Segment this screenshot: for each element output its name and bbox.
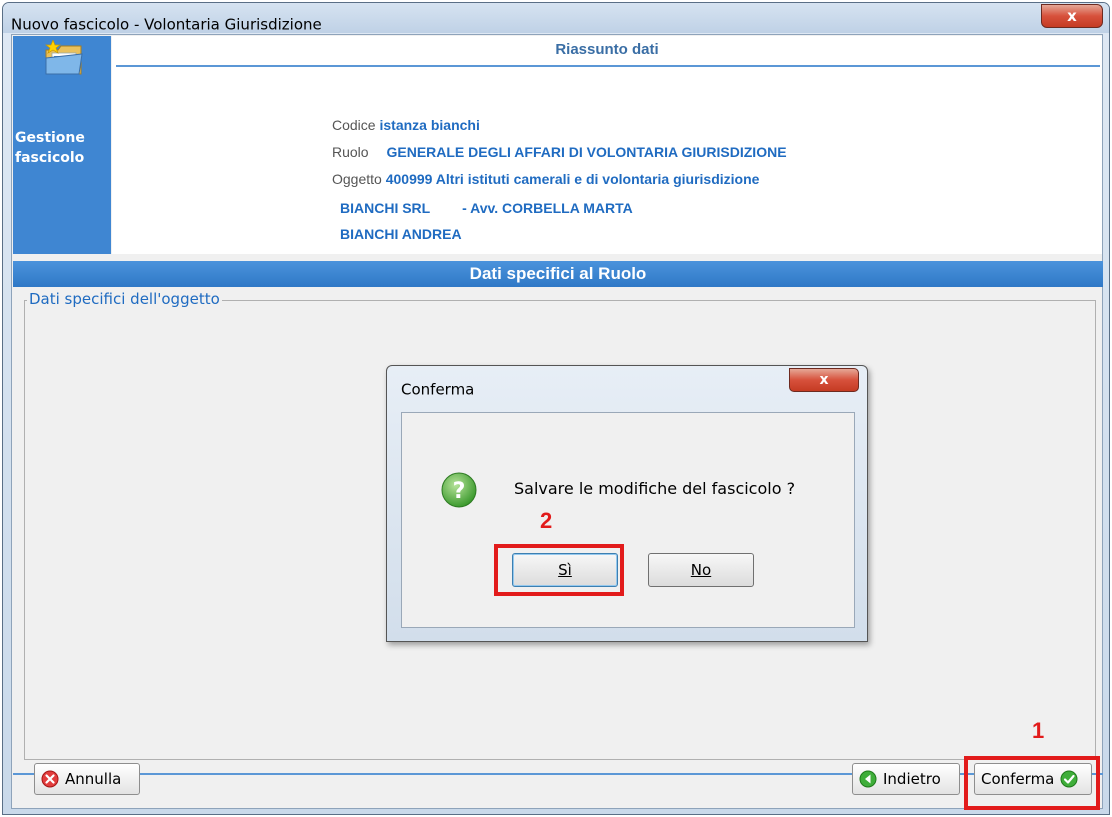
dialog-message: Salvare le modifiche del fascicolo ?	[514, 479, 796, 498]
summary-panel: Riassunto dati Codice istanza bianchi Ru…	[112, 36, 1102, 254]
party-row-1: BIANCHI SRL - Avv. CORBELLA MARTA	[340, 199, 633, 217]
summary-title: Riassunto dati	[555, 41, 659, 58]
summary-divider	[116, 65, 1100, 67]
dialog-close-button[interactable]: x	[789, 368, 859, 392]
dialog-body: ? Salvare le modifiche del fascicolo ? S…	[401, 412, 855, 628]
annulla-label: Annulla	[65, 770, 122, 788]
codice-row: Codice istanza bianchi	[332, 116, 480, 134]
step-2-label: 2	[540, 508, 553, 533]
party-2-name: BIANCHI ANDREA	[340, 226, 462, 242]
indietro-button[interactable]: Indietro	[852, 763, 960, 795]
group-legend: Dati specifici dell'oggetto	[27, 290, 222, 308]
side-label-line1: Gestione	[15, 130, 85, 146]
folder-star-icon	[44, 40, 83, 75]
window-title: Nuovo fascicolo - Volontaria Giurisdizio…	[11, 15, 322, 34]
step-1-label: 1	[1032, 718, 1045, 743]
lawyer-1-name: - Avv. CORBELLA MARTA	[462, 200, 633, 216]
indietro-label: Indietro	[883, 770, 941, 788]
svg-text:?: ?	[453, 479, 466, 504]
side-label-line2: fascicolo	[15, 150, 85, 166]
ruolo-value: GENERALE DEGLI AFFARI DI VOLONTARIA GIUR…	[386, 144, 787, 160]
codice-value: istanza bianchi	[379, 117, 480, 133]
annulla-button[interactable]: Annulla	[34, 763, 140, 795]
oggetto-row: Oggetto 400999 Altri istituti camerali e…	[332, 170, 759, 188]
title-bar[interactable]: Nuovo fascicolo - Volontaria Giurisdizio…	[3, 3, 1109, 33]
codice-label: Codice	[332, 117, 376, 133]
side-panel: Gestione fascicolo	[13, 36, 111, 254]
back-arrow-icon	[859, 770, 877, 788]
ruolo-row: Ruolo GENERALE DEGLI AFFARI DI VOLONTARI…	[332, 143, 787, 161]
cancel-icon	[41, 770, 59, 788]
window-close-button[interactable]: x	[1041, 4, 1103, 28]
no-button[interactable]: No	[648, 553, 754, 587]
party-row-2: BIANCHI ANDREA	[340, 225, 462, 243]
confirm-dialog: Conferma x ? Salvare le modifiche del fa…	[386, 365, 868, 642]
oggetto-label: Oggetto	[332, 171, 382, 187]
ruolo-label: Ruolo	[332, 144, 369, 160]
dialog-title: Conferma	[401, 380, 475, 399]
oggetto-value: 400999 Altri istituti camerali e di volo…	[385, 171, 760, 187]
step-1-highlight	[964, 756, 1100, 810]
question-icon: ?	[441, 472, 477, 508]
section-header: Dati specifici al Ruolo	[13, 261, 1103, 287]
party-1-name: BIANCHI SRL	[340, 200, 431, 216]
side-panel-label: Gestione fascicolo	[15, 128, 111, 168]
step-2-highlight	[494, 544, 624, 596]
